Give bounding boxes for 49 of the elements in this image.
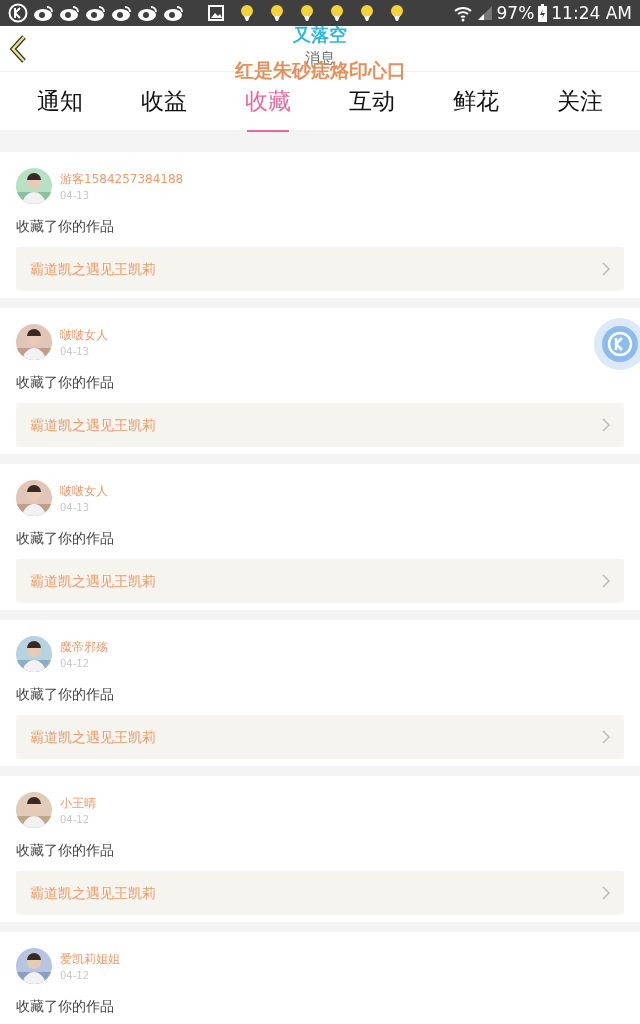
tab[interactable]: 通知 — [31, 79, 89, 123]
lyrics-line: 又落空 — [293, 25, 347, 45]
work-link[interactable]: 霸道凯之遇见王凯莉 — [16, 559, 624, 603]
wifi-icon — [452, 4, 473, 22]
tab-underline — [247, 130, 289, 133]
tab[interactable]: 互动 — [343, 79, 401, 123]
user-name[interactable]: 啵啵女人 — [60, 481, 108, 500]
tab[interactable]: 收益 — [135, 79, 193, 123]
eye-icon — [136, 4, 158, 22]
battery-icon — [538, 4, 548, 22]
chevron-right-icon — [602, 418, 610, 432]
chevron-right-icon — [602, 574, 610, 588]
user-name[interactable]: 爱凯莉姐姐 — [60, 949, 120, 968]
bulb-icon — [300, 4, 314, 22]
bulb-icon — [270, 4, 284, 22]
work-link[interactable]: 霸道凯之遇见王凯莉 — [16, 715, 624, 759]
user-name[interactable]: 啵啵女人 — [60, 325, 108, 344]
eye-icon — [32, 4, 54, 22]
signal-icon — [476, 5, 493, 21]
work-link[interactable]: 霸道凯之遇见王凯莉 — [16, 403, 624, 447]
user-name[interactable]: 魔帝邪殇 — [60, 637, 108, 656]
chevron-right-icon — [602, 886, 610, 900]
chevron-right-icon — [602, 730, 610, 744]
work-link[interactable]: 霸道凯之遇见王凯莉 — [16, 871, 624, 915]
tab[interactable]: 收藏 — [239, 79, 297, 123]
user-name[interactable]: 游客1584257384188 — [60, 169, 184, 188]
battery-percent: 97% — [496, 2, 535, 25]
clock: 11:24 AM — [551, 2, 632, 25]
tab[interactable]: 鲜花 — [447, 79, 505, 123]
work-link[interactable]: 霸道凯之遇见王凯莉 — [16, 247, 624, 291]
user-name[interactable]: 小王晴 — [60, 793, 96, 812]
bulb-icon — [330, 4, 344, 22]
eye-icon — [110, 4, 132, 22]
image-icon — [208, 5, 224, 21]
message-text: 收藏了你的作品 — [16, 997, 115, 1016]
message-text: 收藏了你的作品 — [16, 373, 115, 392]
message-text: 收藏了你的作品 — [16, 217, 115, 236]
bulb-icon — [240, 4, 254, 22]
eye-icon — [162, 4, 184, 22]
bulb-icon — [360, 4, 374, 22]
chevron-right-icon — [602, 262, 610, 276]
eye-icon — [84, 4, 106, 22]
k-app-icon — [8, 3, 28, 23]
message-text: 收藏了你的作品 — [16, 841, 115, 860]
message-text: 收藏了你的作品 — [16, 529, 115, 548]
bulb-icon — [390, 4, 404, 22]
message-text: 收藏了你的作品 — [16, 685, 115, 704]
tab[interactable]: 关注 — [551, 79, 609, 123]
eye-icon — [58, 4, 80, 22]
